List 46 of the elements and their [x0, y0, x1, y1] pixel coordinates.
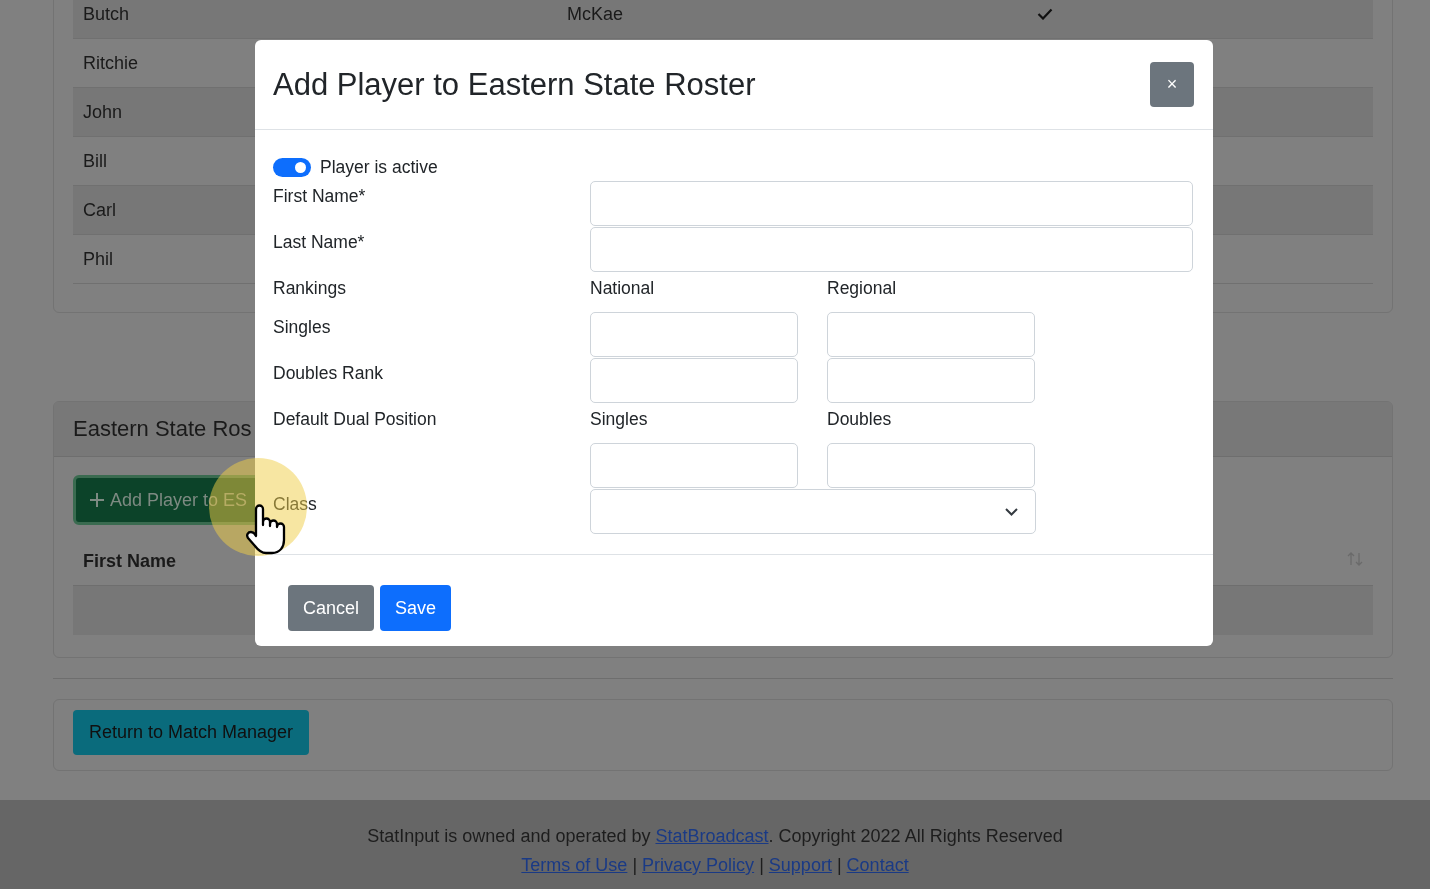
- dialog-button[interactable]: Cancel: [288, 585, 375, 631]
- field-label: First Name*: [273, 185, 367, 207]
- statbroadcast-link[interactable]: StatBroadcast: [655, 826, 769, 846]
- field-label: Singles: [273, 316, 332, 338]
- field-label: Doubles Rank: [273, 362, 384, 384]
- column-label: Regional: [827, 277, 898, 299]
- table-cell: Ritchie: [83, 52, 139, 74]
- footer-link[interactable]: Terms of Use: [521, 855, 628, 875]
- dialog-title: Add Player to Eastern State Roster: [273, 66, 756, 103]
- column-label: Singles: [590, 408, 649, 430]
- footer-link[interactable]: Contact: [846, 855, 909, 875]
- class-dropdown[interactable]: [590, 489, 1036, 534]
- input-field[interactable]: [827, 443, 1035, 488]
- input-field[interactable]: [827, 312, 1035, 357]
- copyright-text: StatInput is owned and operated by StatBroadcast. Copyright 2022 All Rights Reserved: [366, 825, 1064, 848]
- field-label: Rankings: [273, 277, 347, 299]
- footer-link[interactable]: Privacy Policy: [642, 855, 755, 875]
- dialog-button[interactable]: Save: [380, 585, 452, 631]
- column-label: Doubles: [827, 408, 893, 430]
- input-field[interactable]: [590, 443, 798, 488]
- field-label: Last Name*: [273, 231, 366, 253]
- input-field[interactable]: [590, 312, 798, 357]
- plus-icon: [90, 493, 104, 507]
- active-toggle[interactable]: [273, 157, 311, 177]
- table-cell: Carl: [83, 199, 116, 221]
- link-separator: |: [836, 855, 842, 875]
- link-separator: |: [632, 855, 638, 875]
- close-button[interactable]: ×: [1150, 62, 1194, 107]
- input-field[interactable]: [590, 181, 1193, 226]
- footer-link[interactable]: Support: [768, 855, 832, 875]
- table-cell-text: McKae: [567, 3, 625, 25]
- column-label: National: [590, 277, 656, 299]
- table-cell: Bill: [83, 150, 107, 172]
- input-field[interactable]: [827, 358, 1035, 403]
- chevron-down-icon: [1005, 507, 1018, 516]
- card-title: Eastern State Ros: [73, 416, 252, 442]
- column-header[interactable]: First Name: [83, 550, 177, 572]
- return-button[interactable]: Return to Match Manager: [73, 710, 310, 755]
- field-label: Default Dual Position: [273, 408, 438, 430]
- input-field[interactable]: [590, 358, 798, 403]
- toggle-label: Player is active: [320, 156, 438, 178]
- table-cell-text: Butch: [83, 3, 131, 25]
- table-cell: John: [83, 101, 123, 123]
- input-field[interactable]: [590, 227, 1193, 272]
- table-cell: Phil: [83, 248, 113, 270]
- link-separator: |: [759, 855, 764, 875]
